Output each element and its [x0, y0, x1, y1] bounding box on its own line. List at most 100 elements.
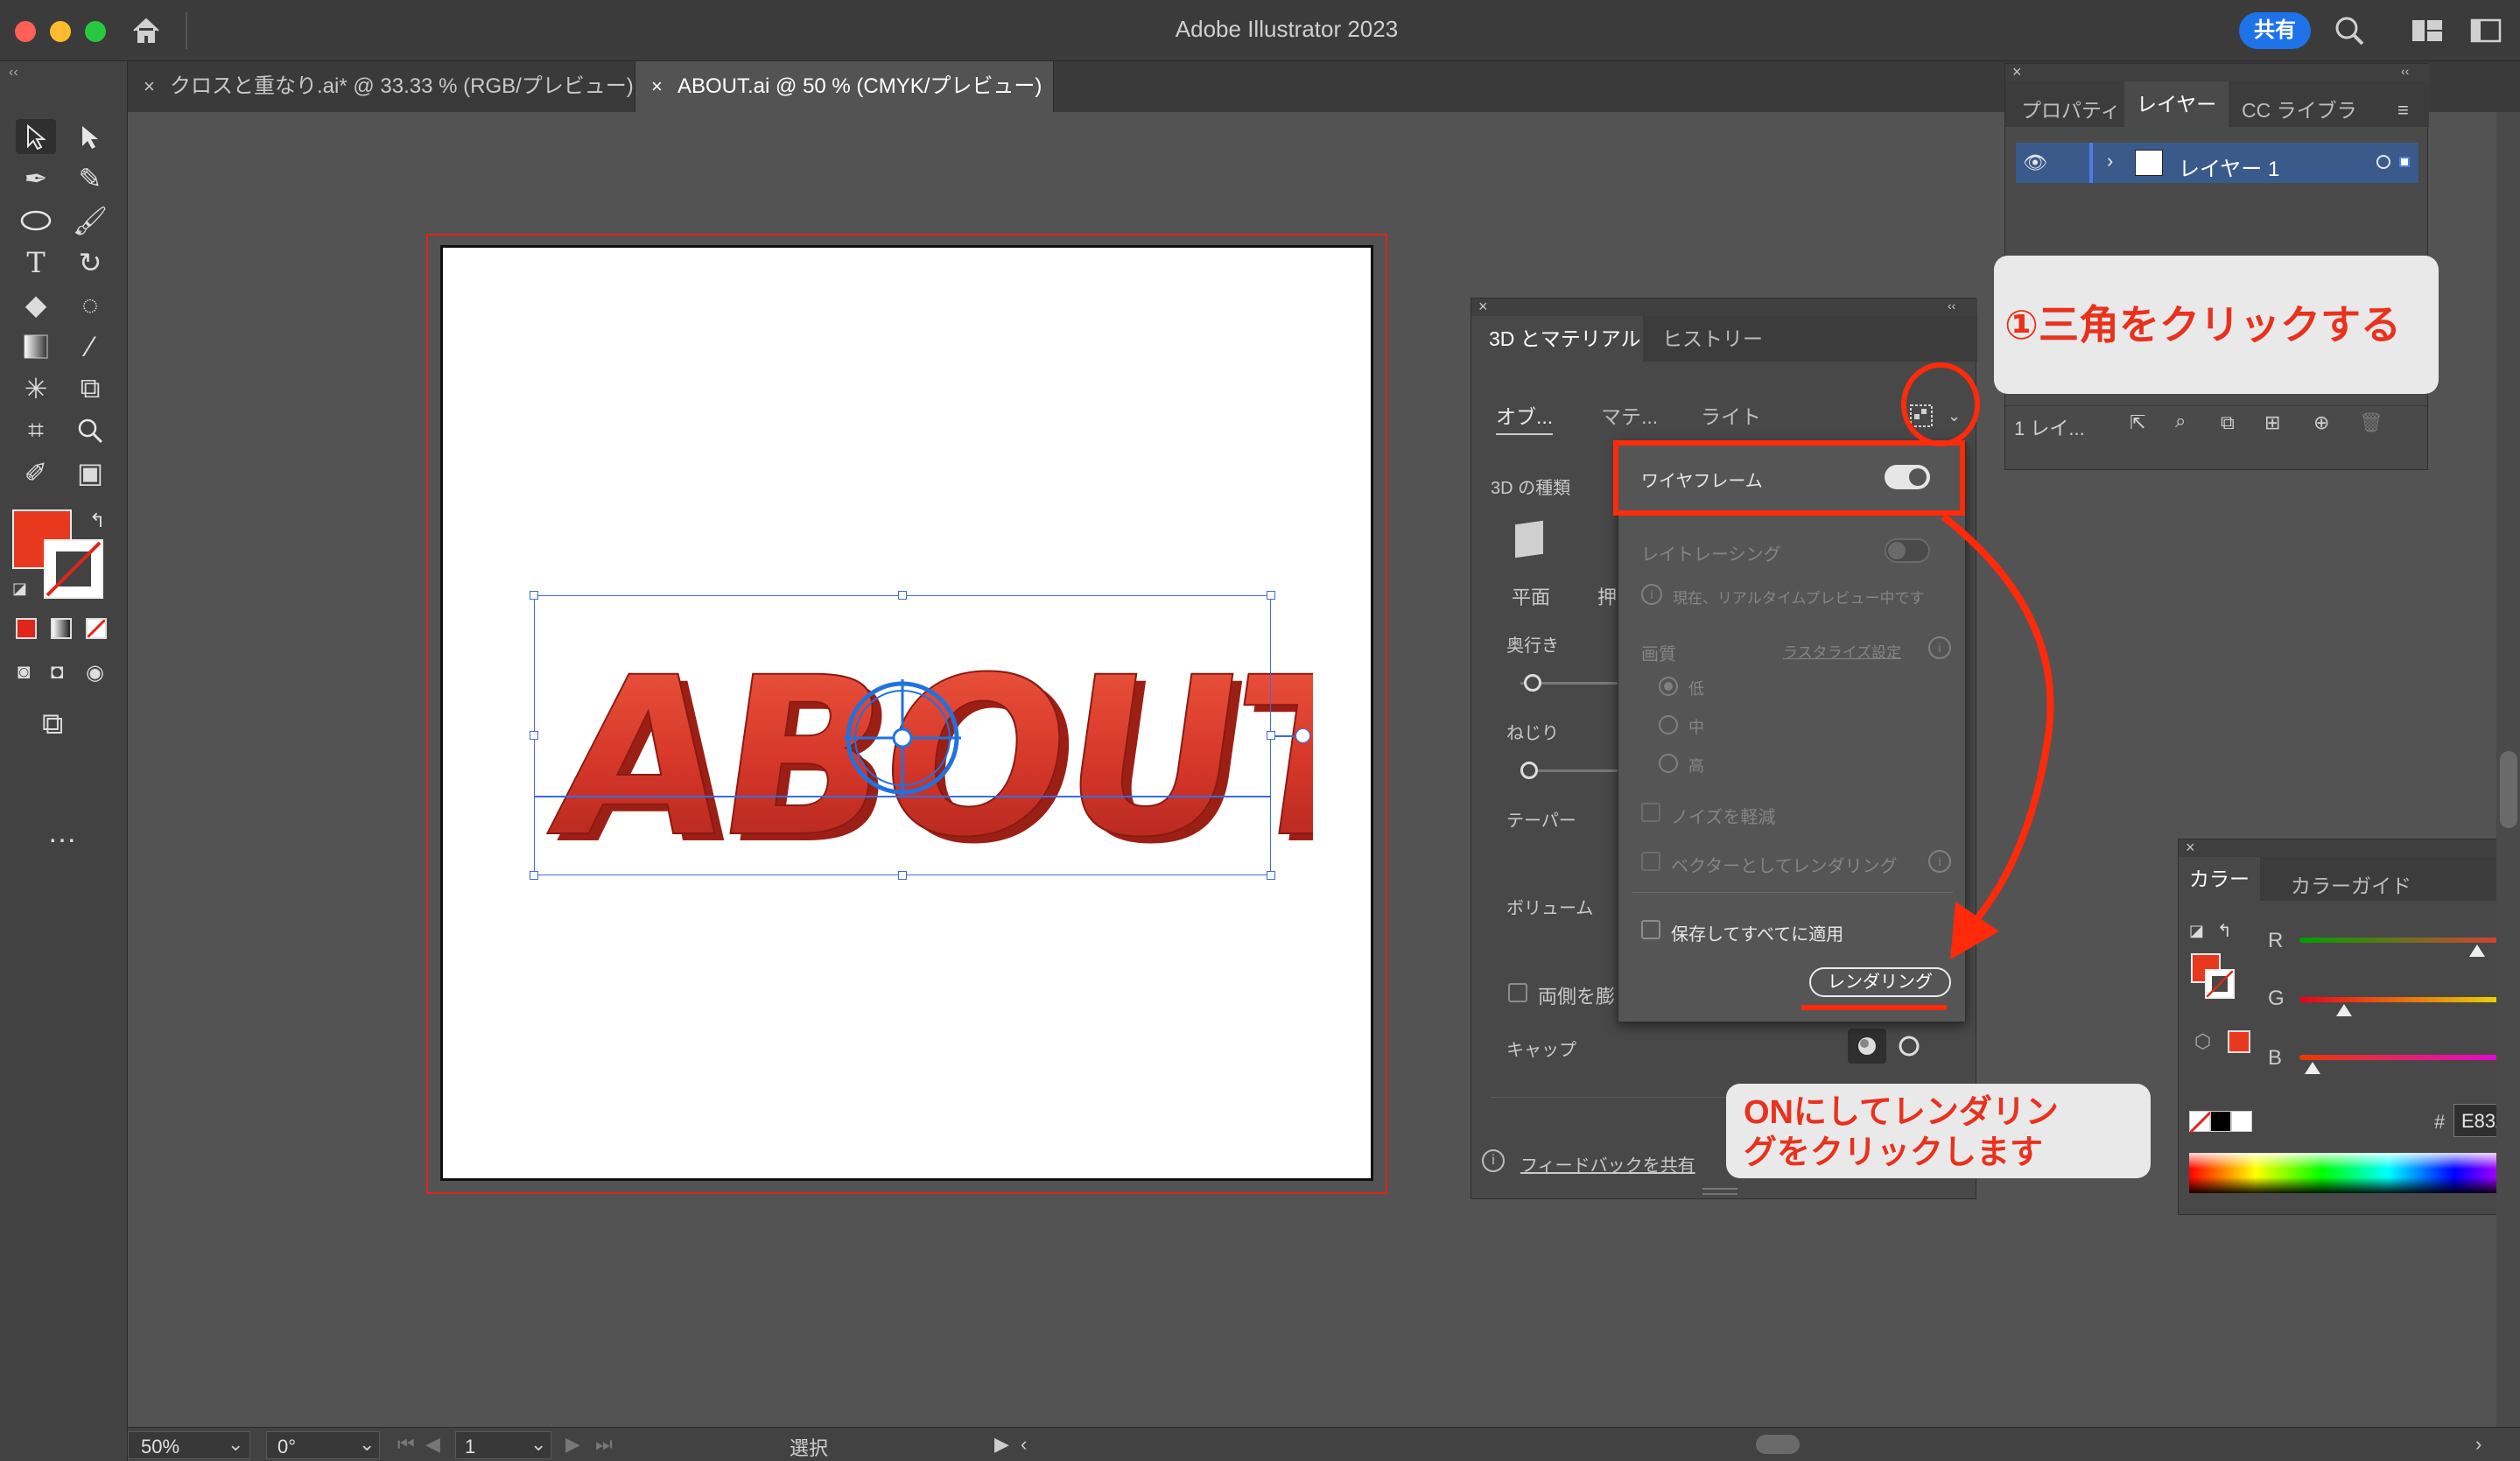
save-apply-all-checkbox[interactable]: [1641, 920, 1660, 939]
eye-icon[interactable]: 👁: [2023, 151, 2047, 174]
resize-grip[interactable]: [1702, 1188, 1737, 1195]
shape-builder-tool-icon[interactable]: ⧉: [70, 371, 110, 406]
artboard-chevron-icon[interactable]: ⌄: [530, 1433, 546, 1456]
next-artboard-icon[interactable]: ▶: [565, 1433, 580, 1456]
eraser-tool-icon[interactable]: ◆: [16, 287, 56, 322]
scroll-right-icon[interactable]: ›: [2475, 1433, 2481, 1456]
new-sublayer-icon[interactable]: ⊞: [2264, 411, 2280, 434]
gradient-tool-icon[interactable]: [16, 329, 56, 364]
plane-type-icon[interactable]: [1515, 520, 1543, 558]
export-icon[interactable]: ⇱: [2130, 411, 2145, 434]
panel-layout-icon[interactable]: [2470, 18, 2502, 44]
close-window-button[interactable]: [15, 21, 36, 42]
none-mode-icon[interactable]: [86, 618, 107, 639]
render-as-vector-checkbox[interactable]: [1641, 852, 1660, 871]
none-swatch[interactable]: [2188, 1110, 2213, 1134]
ellipse-tool-icon[interactable]: [16, 203, 56, 238]
swap-colors-icon[interactable]: ↰: [2217, 920, 2232, 942]
minimize-window-button[interactable]: [50, 21, 71, 42]
3d-rotation-widget[interactable]: [840, 676, 965, 800]
search-icon[interactable]: [2333, 14, 2366, 47]
b-slider[interactable]: [2299, 1055, 2518, 1060]
bbox-handle-tr[interactable]: [1267, 591, 1275, 600]
share-button[interactable]: 共有: [2239, 12, 2311, 49]
subtab-materials[interactable]: マテ...: [1601, 400, 1658, 430]
more-tools-icon[interactable]: …: [47, 816, 77, 850]
tab-close-icon[interactable]: ×: [144, 61, 155, 112]
rotate-tool-icon[interactable]: ↻: [70, 245, 110, 280]
gradient-mode-icon[interactable]: [51, 618, 72, 639]
home-icon[interactable]: [130, 14, 163, 47]
subtab-object[interactable]: オブ...: [1496, 400, 1554, 435]
tab-history[interactable]: ヒストリー: [1646, 316, 1763, 362]
default-colors-icon[interactable]: ◪: [2189, 922, 2204, 940]
collapse-panel-icon[interactable]: ‹‹: [1948, 299, 1955, 313]
curvature-tool-icon[interactable]: ✎: [70, 161, 110, 196]
lasso-tool-icon[interactable]: ◌: [70, 287, 110, 322]
expand-layer-icon[interactable]: ›: [2107, 150, 2113, 172]
scroll-left-icon[interactable]: ‹: [1021, 1433, 1027, 1456]
direct-selection-tool-icon[interactable]: [70, 119, 110, 154]
cap-on-button[interactable]: [1848, 1029, 1886, 1064]
first-artboard-icon[interactable]: ⏮: [397, 1433, 415, 1456]
widget-handle[interactable]: [1295, 728, 1310, 743]
locate-object-icon[interactable]: ⌕: [2175, 410, 2186, 432]
black-swatch[interactable]: [2210, 1111, 2231, 1132]
layer-name[interactable]: レイヤー 1: [2179, 151, 2279, 182]
stroke-swatch[interactable]: [2205, 969, 2235, 999]
close-panel-icon[interactable]: ×: [1478, 299, 1488, 314]
bbox-handle-mr[interactable]: [1267, 731, 1275, 740]
tab-cc-libraries[interactable]: CC ライブラ: [2242, 94, 2357, 123]
artboard-tool-icon[interactable]: ⌗: [16, 413, 56, 448]
tab-color-guide[interactable]: カラーガイド: [2291, 869, 2411, 899]
tab-about[interactable]: × ABOUT.ai @ 50 % (CMYK/プレビュー): [635, 61, 1054, 112]
draw-inside-icon[interactable]: ◉: [86, 660, 104, 685]
symbol-sprayer-tool-icon[interactable]: ▣: [70, 455, 110, 490]
subtab-lighting[interactable]: ライト: [1701, 400, 1761, 430]
layer-row[interactable]: 👁 › レイヤー 1: [2016, 143, 2418, 183]
last-artboard-icon[interactable]: ⏭: [595, 1433, 613, 1456]
close-panel-icon[interactable]: ×: [2012, 64, 2022, 80]
quality-mid-radio[interactable]: [1659, 715, 1678, 734]
close-panel-icon[interactable]: ×: [2186, 839, 2195, 855]
bbox-handle-bl[interactable]: [530, 871, 538, 880]
draw-behind-icon[interactable]: ◘: [51, 660, 64, 685]
white-swatch[interactable]: [2231, 1111, 2252, 1132]
panel-menu-icon[interactable]: ≡: [2397, 99, 2409, 122]
stroke-color-swatch[interactable]: [44, 539, 103, 599]
quality-low-radio[interactable]: [1659, 677, 1678, 696]
zoom-chevron-icon[interactable]: ⌄: [228, 1433, 243, 1456]
r-slider-thumb[interactable]: [2469, 945, 2485, 957]
twist-slider-thumb[interactable]: [1520, 762, 1538, 779]
prev-artboard-icon[interactable]: ◀: [425, 1433, 440, 1456]
color-spectrum[interactable]: [2189, 1153, 2520, 1193]
tab-properties[interactable]: プロパティ: [2021, 94, 2121, 123]
tab-3d-materials[interactable]: 3D とマテリアル: [1471, 316, 1643, 362]
tab-color[interactable]: カラー: [2179, 857, 2260, 901]
tab-cross-overlap[interactable]: × クロスと重なり.ai* @ 33.33 % (RGB/プレビュー): [128, 61, 635, 112]
paintbrush-tool-icon[interactable]: 🖌: [70, 203, 110, 238]
eyedropper-tool-icon[interactable]: ⁄: [70, 329, 110, 364]
r-slider[interactable]: [2299, 938, 2518, 943]
both-sides-checkbox[interactable]: [1508, 983, 1527, 1002]
bbox-handle-tm[interactable]: [898, 591, 907, 600]
zoom-window-button[interactable]: [85, 21, 106, 42]
status-menu-icon[interactable]: ▶: [994, 1433, 1009, 1456]
g-slider[interactable]: [2299, 997, 2518, 1002]
gamut-swatch[interactable]: [2228, 1030, 2250, 1053]
new-layer-icon[interactable]: ⊕: [2313, 411, 2329, 434]
trash-icon[interactable]: 🗑: [2359, 411, 2383, 434]
draw-normal-icon[interactable]: ◙: [18, 660, 31, 685]
tab-layers[interactable]: レイヤー: [2124, 81, 2229, 127]
out-of-gamut-icon[interactable]: ⬡: [2194, 1030, 2211, 1053]
pen-tool-icon[interactable]: ✒: [16, 161, 56, 196]
puppet-warp-tool-icon[interactable]: ✳: [16, 371, 56, 406]
rotate-chevron-icon[interactable]: ⌄: [359, 1433, 375, 1456]
type-tool-icon[interactable]: T: [16, 245, 56, 280]
vertical-scrollbar[interactable]: [2496, 112, 2520, 1427]
bbox-handle-bm[interactable]: [898, 871, 907, 880]
horizontal-scrollbar-thumb[interactable]: [1756, 1435, 1800, 1454]
collapse-panel-icon[interactable]: ‹‹: [2401, 64, 2409, 78]
zoom-tool-icon[interactable]: [70, 413, 110, 448]
selection-tool-icon[interactable]: [16, 119, 56, 154]
